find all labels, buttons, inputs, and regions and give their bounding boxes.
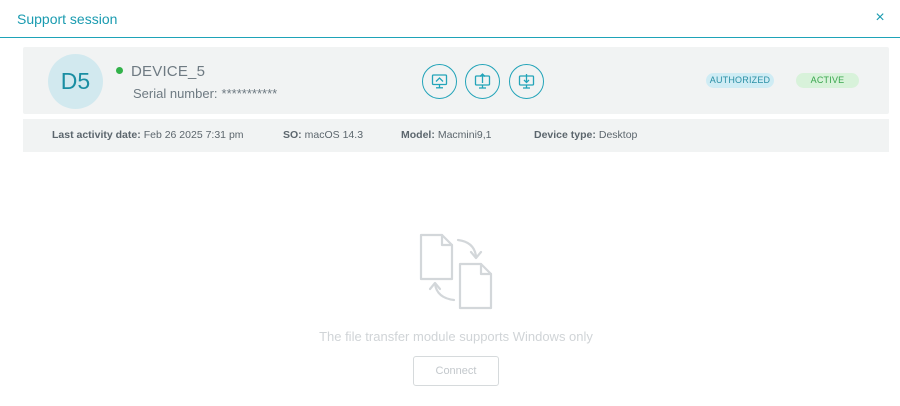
os-value: macOS 14.3 xyxy=(304,129,364,141)
device-type-field: Device type: Desktop xyxy=(534,129,637,141)
file-download-icon xyxy=(518,74,535,89)
model-value: Macmini9,1 xyxy=(437,129,492,141)
serial-value: *********** xyxy=(221,86,278,101)
last-activity-field: Last activity date: Feb 26 2025 7:31 pm xyxy=(52,129,244,141)
os-field: SO: macOS 14.3 xyxy=(283,129,363,141)
authorized-badge: AUTHORIZED xyxy=(706,73,774,88)
device-info-bar: Last activity date: Feb 26 2025 7:31 pm S… xyxy=(23,119,889,152)
device-avatar: D5 xyxy=(48,54,103,109)
connect-button[interactable]: Connect xyxy=(413,356,499,386)
device-type-value: Desktop xyxy=(598,129,638,141)
file-upload-icon xyxy=(474,73,491,89)
online-status-indicator xyxy=(116,67,123,74)
active-badge: ACTIVE xyxy=(796,73,859,88)
model-field: Model: Macmini9,1 xyxy=(401,129,492,141)
file-download-button[interactable] xyxy=(509,64,544,99)
remote-desktop-icon xyxy=(431,74,448,89)
serial-number: Serial number: *********** xyxy=(133,86,277,101)
file-transfer-icon xyxy=(419,233,493,310)
device-card: D5 DEVICE_5 Serial number: *********** A… xyxy=(23,47,889,114)
remote-desktop-button[interactable] xyxy=(422,64,457,99)
file-transfer-message: The file transfer module supports Window… xyxy=(319,329,593,344)
modal-header: Support session × xyxy=(0,0,900,38)
last-activity-value: Feb 26 2025 7:31 pm xyxy=(143,129,244,141)
serial-label: Serial number: xyxy=(133,86,218,101)
file-upload-button[interactable] xyxy=(465,64,500,99)
model-label: Model: xyxy=(401,129,435,141)
close-icon[interactable]: × xyxy=(872,9,888,27)
os-label: SO: xyxy=(283,129,302,141)
modal-title: Support session xyxy=(17,11,118,27)
support-session-modal: Support session × D5 DEVICE_5 Serial num… xyxy=(0,0,900,406)
last-activity-label: Last activity date: xyxy=(52,129,141,141)
device-name: DEVICE_5 xyxy=(131,63,206,80)
device-type-label: Device type: xyxy=(534,129,596,141)
